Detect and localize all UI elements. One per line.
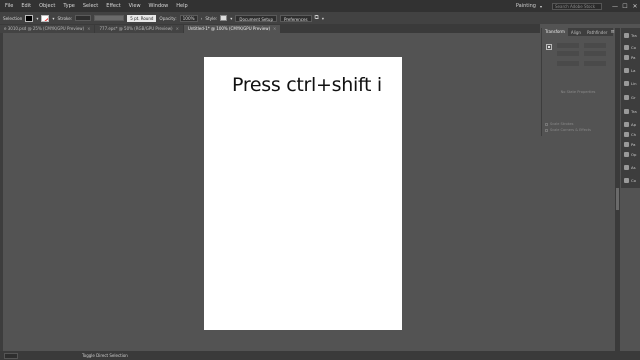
panel-icon-links[interactable]: Lin (624, 81, 637, 86)
illustrator-window: File Edit Object Type Select Effect View… (0, 0, 640, 360)
y-field[interactable] (557, 51, 579, 56)
panel-icon-asset-export[interactable]: As (624, 165, 636, 170)
x-field[interactable] (557, 43, 579, 48)
panel-icon-paragraph[interactable]: Pa (624, 142, 635, 147)
chevron-down-icon[interactable]: ▾ (52, 16, 54, 21)
panel-icon-transparency[interactable]: Tra (624, 109, 637, 114)
menu-bar: File Edit Object Type Select Effect View… (0, 0, 640, 12)
appearance-icon (624, 122, 629, 127)
close-button[interactable]: ✕ (630, 3, 640, 10)
menu-type[interactable]: Type (59, 3, 78, 9)
paragraph-icon (624, 142, 629, 147)
menu-file[interactable]: File (0, 3, 17, 9)
chevron-down-icon[interactable]: ▾ (36, 16, 38, 21)
panel-icon-gradient[interactable]: Gr (624, 95, 636, 100)
maximize-button[interactable]: ☐ (620, 3, 630, 10)
character-icon (624, 132, 629, 137)
panel-icon-opentype[interactable]: Op (624, 152, 636, 157)
stroke-label[interactable]: Stroke: (58, 16, 73, 21)
reference-point-selector[interactable] (546, 44, 552, 50)
panel-scrollbar[interactable] (615, 28, 620, 351)
artboard[interactable]: Press ctrl+shift i (204, 57, 402, 330)
collapsed-panels: Tra Co Pa La Lin Gr Tra Ap Ch Pa Op As C… (621, 28, 640, 188)
chevron-down-icon[interactable]: ▾ (540, 4, 542, 9)
brush-dropdown[interactable]: 5 pt. Round (127, 14, 157, 22)
color-icon (624, 45, 629, 50)
menu-edit[interactable]: Edit (17, 3, 35, 9)
close-icon[interactable]: × (87, 26, 90, 31)
links-icon (624, 81, 629, 86)
stroke-weight-dropdown[interactable] (75, 15, 92, 21)
panel-icon-transform[interactable]: Tra (624, 33, 637, 38)
style-label: Style: (205, 15, 218, 21)
arrange-icon[interactable]: ⧉ (315, 14, 319, 22)
menu-effect[interactable]: Effect (102, 3, 124, 9)
paths-icon (624, 55, 629, 60)
close-icon[interactable]: × (273, 26, 276, 31)
scrollbar-thumb[interactable] (616, 188, 619, 210)
menu-window[interactable]: Window (145, 3, 173, 9)
empty-state-text: No State Properties (560, 90, 596, 94)
height-field[interactable] (584, 51, 606, 56)
opacity-label[interactable]: Opacity: (159, 16, 176, 21)
status-bar: Toggle Direct Selection (0, 351, 640, 360)
tab-align[interactable]: Align (568, 30, 584, 35)
panel-tabs: Transform Align Pathfinder ≡ (542, 28, 615, 36)
gradient-icon (624, 95, 629, 100)
panel-icon-character[interactable]: Ch (624, 132, 636, 137)
tab-pathfinder[interactable]: Pathfinder (584, 30, 611, 35)
panel-icon-appearance[interactable]: Ap (624, 122, 636, 127)
checkbox[interactable] (545, 122, 548, 126)
panel-icon-color-guide[interactable]: Co (624, 178, 636, 183)
tab-document-3[interactable]: Untitled-1* @ 100% (CMYK/GPU Preview) × (183, 25, 281, 33)
menu-select[interactable]: Select (79, 3, 102, 9)
chevron-down-icon[interactable]: ▾ (230, 16, 232, 21)
menu-help[interactable]: Help (172, 3, 191, 9)
artboard-text[interactable]: Press ctrl+shift i (232, 74, 382, 96)
shear-field[interactable] (584, 61, 606, 66)
variable-width-dropdown[interactable] (94, 15, 125, 21)
document-tabs: e 3010.psd @ 25% (CMYK/GPU Preview) × 777… (0, 24, 540, 33)
chevron-right-icon[interactable]: › (201, 16, 203, 21)
tab-document-1[interactable]: e 3010.psd @ 25% (CMYK/GPU Preview) × (0, 25, 95, 33)
preferences-button[interactable]: Preferences (280, 14, 312, 22)
panel-icon-paths[interactable]: Pa (624, 55, 635, 60)
zoom-field[interactable] (4, 352, 18, 359)
control-bar: Selection ▾ ▾ Stroke: 5 pt. Round Opacit… (0, 12, 640, 24)
transparency-icon (624, 109, 629, 114)
stroke-swatch[interactable] (41, 14, 50, 22)
width-field[interactable] (584, 43, 606, 48)
panel-icon-color[interactable]: Co (624, 45, 636, 50)
asset-export-icon (624, 165, 629, 170)
opentype-icon (624, 152, 629, 157)
scale-strokes-option[interactable]: Scale Strokes (545, 122, 574, 126)
chevron-down-icon[interactable]: ▾ (322, 16, 324, 21)
menu-object[interactable]: Object (35, 3, 59, 9)
tab-transform[interactable]: Transform (542, 28, 568, 36)
status-text[interactable]: Toggle Direct Selection (82, 353, 128, 358)
document-setup-button[interactable]: Document Setup (235, 14, 277, 22)
color-guide-icon (624, 178, 629, 183)
transform-panel: Transform Align Pathfinder ≡ No State Pr… (541, 28, 615, 136)
fill-swatch[interactable] (25, 14, 34, 22)
layers-icon (624, 68, 629, 73)
checkbox[interactable] (545, 128, 548, 132)
scale-corners-option[interactable]: Scale Corners & Effects (545, 128, 591, 132)
menu-view[interactable]: View (125, 3, 145, 9)
style-swatch[interactable] (220, 15, 228, 21)
selection-label: Selection (3, 15, 23, 21)
tools-panel[interactable] (0, 33, 3, 351)
transform-icon (624, 33, 629, 38)
panel-icon-layers[interactable]: La (624, 68, 635, 73)
search-input[interactable]: Search Adobe Stock (552, 2, 602, 10)
close-icon[interactable]: × (176, 26, 179, 31)
tab-document-2[interactable]: 777.eps* @ 50% (RGB/GPU Preview) × (95, 25, 183, 33)
rotate-field[interactable] (557, 61, 579, 66)
minimize-button[interactable]: — (610, 3, 620, 10)
opacity-input[interactable]: 100% (179, 14, 198, 22)
workspace-switcher[interactable]: Painting (516, 3, 536, 9)
